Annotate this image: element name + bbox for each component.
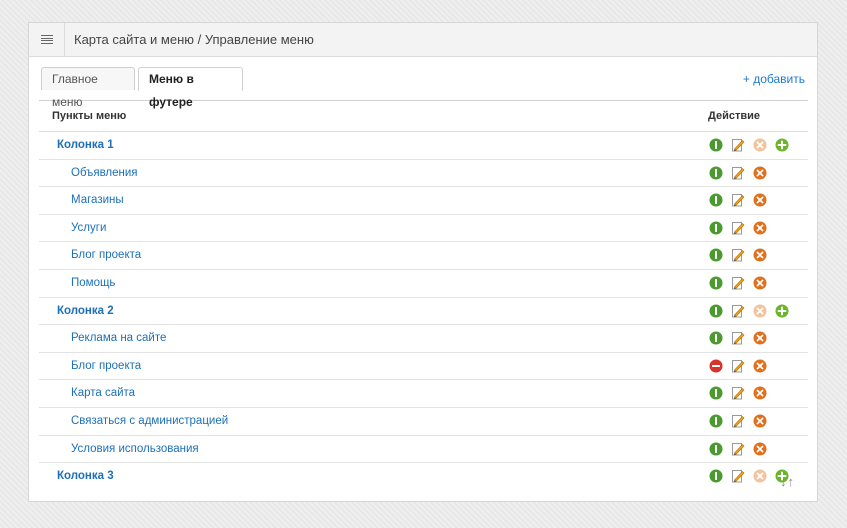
menu-item-row: Связаться с администрацией [39,408,808,436]
menu-group-label[interactable]: Колонка 2 [57,305,114,317]
delete-icon[interactable] [753,414,767,428]
menu-group-label[interactable]: Колонка 3 [57,470,114,482]
menu-management-panel: Карта сайта и меню / Управление меню Гла… [28,22,818,502]
row-actions [709,414,767,428]
delete-icon[interactable] [753,193,767,207]
edit-icon[interactable] [731,166,745,180]
row-actions [709,166,767,180]
breadcrumb: Карта сайта и меню / Управление меню [74,32,314,47]
toggle-enabled-icon[interactable] [709,138,723,152]
add-menu-item-link[interactable]: + добавить [743,72,805,86]
edit-icon[interactable] [731,304,745,318]
delete-icon[interactable] [753,386,767,400]
column-header-items: Пункты меню [52,110,127,122]
menu-group-row: Колонка 1 [39,132,808,160]
row-actions [709,248,767,262]
menu-item-label[interactable]: Услуги [71,222,106,234]
toggle-enabled-icon[interactable] [709,304,723,318]
menu-group-label[interactable]: Колонка 1 [57,139,114,151]
menu-item-row: Условия использования [39,436,808,464]
delete-icon [753,469,767,483]
toggle-enabled-icon[interactable] [709,442,723,456]
tabs-bar: Главное меню Меню в футере + добавить [29,67,817,109]
toggle-enabled-icon[interactable] [709,414,723,428]
edit-icon[interactable] [731,193,745,207]
edit-icon[interactable] [731,138,745,152]
row-actions [709,221,767,235]
menu-item-label[interactable]: Объявления [71,167,138,179]
menu-item-label[interactable]: Условия использования [71,443,199,455]
toggle-enabled-icon[interactable] [709,193,723,207]
menu-item-row: Магазины [39,187,808,215]
edit-icon[interactable] [731,414,745,428]
panel-header: Карта сайта и меню / Управление меню [29,23,817,57]
toggle-enabled-icon[interactable] [709,166,723,180]
menu-item-label[interactable]: Магазины [71,194,124,206]
row-actions [709,331,767,345]
menu-item-label[interactable]: Помощь [71,277,115,289]
toggle-enabled-icon[interactable] [709,248,723,262]
edit-icon[interactable] [731,386,745,400]
delete-icon[interactable] [753,166,767,180]
hamburger-menu-icon[interactable] [29,23,65,56]
menu-group-row: Колонка 2 [39,298,808,326]
menu-items-list: Колонка 1 Объявления Магазины Услуги Блог пр… [29,132,817,490]
toggle-enabled-icon[interactable] [709,469,723,483]
delete-icon[interactable] [753,248,767,262]
menu-item-row: Карта сайта [39,380,808,408]
sort-order-icon[interactable]: ↓↑ [780,474,795,489]
row-actions [709,469,789,483]
menu-item-row: Помощь [39,270,808,298]
delete-icon[interactable] [753,331,767,345]
toggle-disabled-icon[interactable] [709,359,723,373]
menu-item-row: Блог проекта [39,242,808,270]
menu-item-label[interactable]: Блог проекта [71,249,141,261]
tab-footer-menu[interactable]: Меню в футере [138,67,243,109]
toggle-enabled-icon[interactable] [709,276,723,290]
menu-item-label[interactable]: Карта сайта [71,387,135,399]
column-header-action: Действие [708,110,760,122]
row-actions [709,386,767,400]
row-actions [709,193,767,207]
toggle-enabled-icon[interactable] [709,331,723,345]
delete-icon[interactable] [753,442,767,456]
edit-icon[interactable] [731,442,745,456]
toggle-enabled-icon[interactable] [709,386,723,400]
menu-item-row: Реклама на сайте [39,325,808,353]
edit-icon[interactable] [731,276,745,290]
menu-item-label[interactable]: Блог проекта [71,360,141,372]
delete-icon[interactable] [753,359,767,373]
delete-icon [753,138,767,152]
edit-icon[interactable] [731,221,745,235]
row-actions [709,276,767,290]
menu-item-label[interactable]: Связаться с администрацией [71,415,228,427]
edit-icon[interactable] [731,359,745,373]
toggle-enabled-icon[interactable] [709,221,723,235]
edit-icon[interactable] [731,331,745,345]
row-actions [709,304,789,318]
row-actions [709,138,789,152]
delete-icon [753,304,767,318]
menu-item-row: Блог проекта [39,353,808,381]
add-child-icon[interactable] [775,138,789,152]
menu-item-row: Услуги [39,215,808,243]
edit-icon[interactable] [731,469,745,483]
menu-group-row: Колонка 3 [39,463,808,490]
edit-icon[interactable] [731,248,745,262]
delete-icon[interactable] [753,276,767,290]
menu-item-label[interactable]: Реклама на сайте [71,332,166,344]
menu-item-row: Объявления [39,160,808,188]
row-actions [709,359,767,373]
tab-main-menu[interactable]: Главное меню [41,67,135,109]
row-actions [709,442,767,456]
delete-icon[interactable] [753,221,767,235]
add-child-icon[interactable] [775,304,789,318]
